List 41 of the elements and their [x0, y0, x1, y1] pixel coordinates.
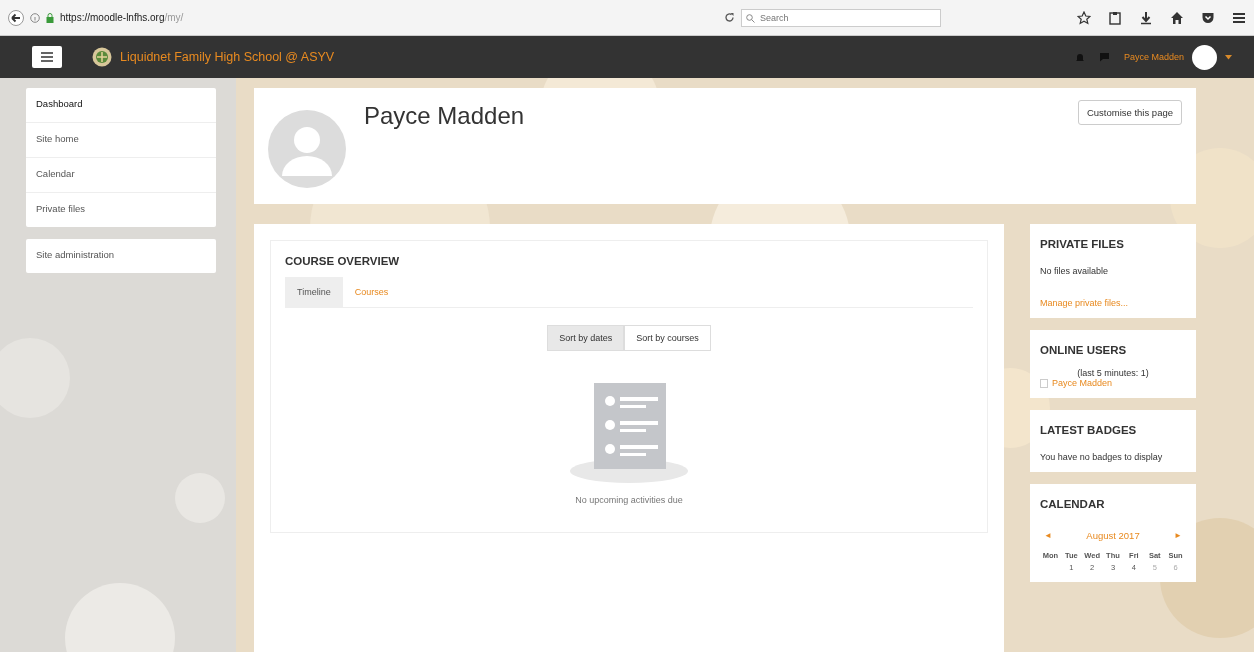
- home-icon[interactable]: [1170, 10, 1184, 25]
- block-title: LATEST BADGES: [1040, 424, 1138, 436]
- empty-message: No upcoming activities due: [574, 495, 684, 505]
- reload-icon[interactable]: [724, 12, 735, 23]
- sidebar-item[interactable]: Private files: [26, 192, 216, 227]
- tab[interactable]: Timeline: [285, 277, 343, 307]
- block-text: You have no badges to display: [1040, 452, 1164, 462]
- user-icon: [1040, 378, 1048, 388]
- download-icon[interactable]: [1139, 10, 1153, 25]
- caret-icon[interactable]: [1225, 54, 1232, 60]
- bookmark-star-icon[interactable]: [1077, 10, 1091, 25]
- user-avatar[interactable]: [1192, 44, 1217, 70]
- url-text[interactable]: https://moodle-lnfhs.org/my/: [60, 12, 184, 23]
- block-text: No files available: [1040, 266, 1110, 276]
- back-icon[interactable]: [8, 9, 24, 26]
- sidebar-item[interactable]: Site home: [26, 122, 216, 157]
- block-title: PRIVATE FILES: [1040, 238, 1125, 250]
- search-icon: [746, 13, 755, 23]
- sidebar-item[interactable]: Calendar: [26, 157, 216, 192]
- block-title: CALENDAR: [1040, 498, 1106, 510]
- sidebar-item[interactable]: Dashboard: [26, 88, 216, 122]
- block-title: COURSE OVERVIEW: [285, 255, 401, 267]
- sidebar-item[interactable]: Site administration: [26, 239, 216, 273]
- shield-icon[interactable]: [1201, 10, 1215, 25]
- site-name[interactable]: Liquidnet Family High School @ ASYV: [120, 50, 335, 64]
- school-logo-icon: [92, 47, 112, 67]
- customise-button[interactable]: Customise this page: [1077, 100, 1182, 125]
- block-title: ONLINE USERS: [1040, 344, 1128, 356]
- menu-button[interactable]: [32, 46, 62, 68]
- menu-icon: [41, 52, 53, 62]
- sort-button[interactable]: Sort by courses: [624, 325, 711, 351]
- avatar-icon: [268, 110, 346, 188]
- lock-icon: [46, 12, 54, 23]
- info-icon[interactable]: [30, 12, 40, 23]
- block-text: (last 5 minutes: 1): [1076, 368, 1150, 378]
- user-full-name: Payce Madden: [364, 102, 525, 130]
- user-name[interactable]: Payce Madden: [1123, 52, 1184, 62]
- search-field[interactable]: Search: [741, 8, 941, 27]
- clipboard-icon[interactable]: [1108, 10, 1122, 25]
- menu-icon[interactable]: [1232, 10, 1246, 25]
- sort-button[interactable]: Sort by dates: [547, 325, 625, 351]
